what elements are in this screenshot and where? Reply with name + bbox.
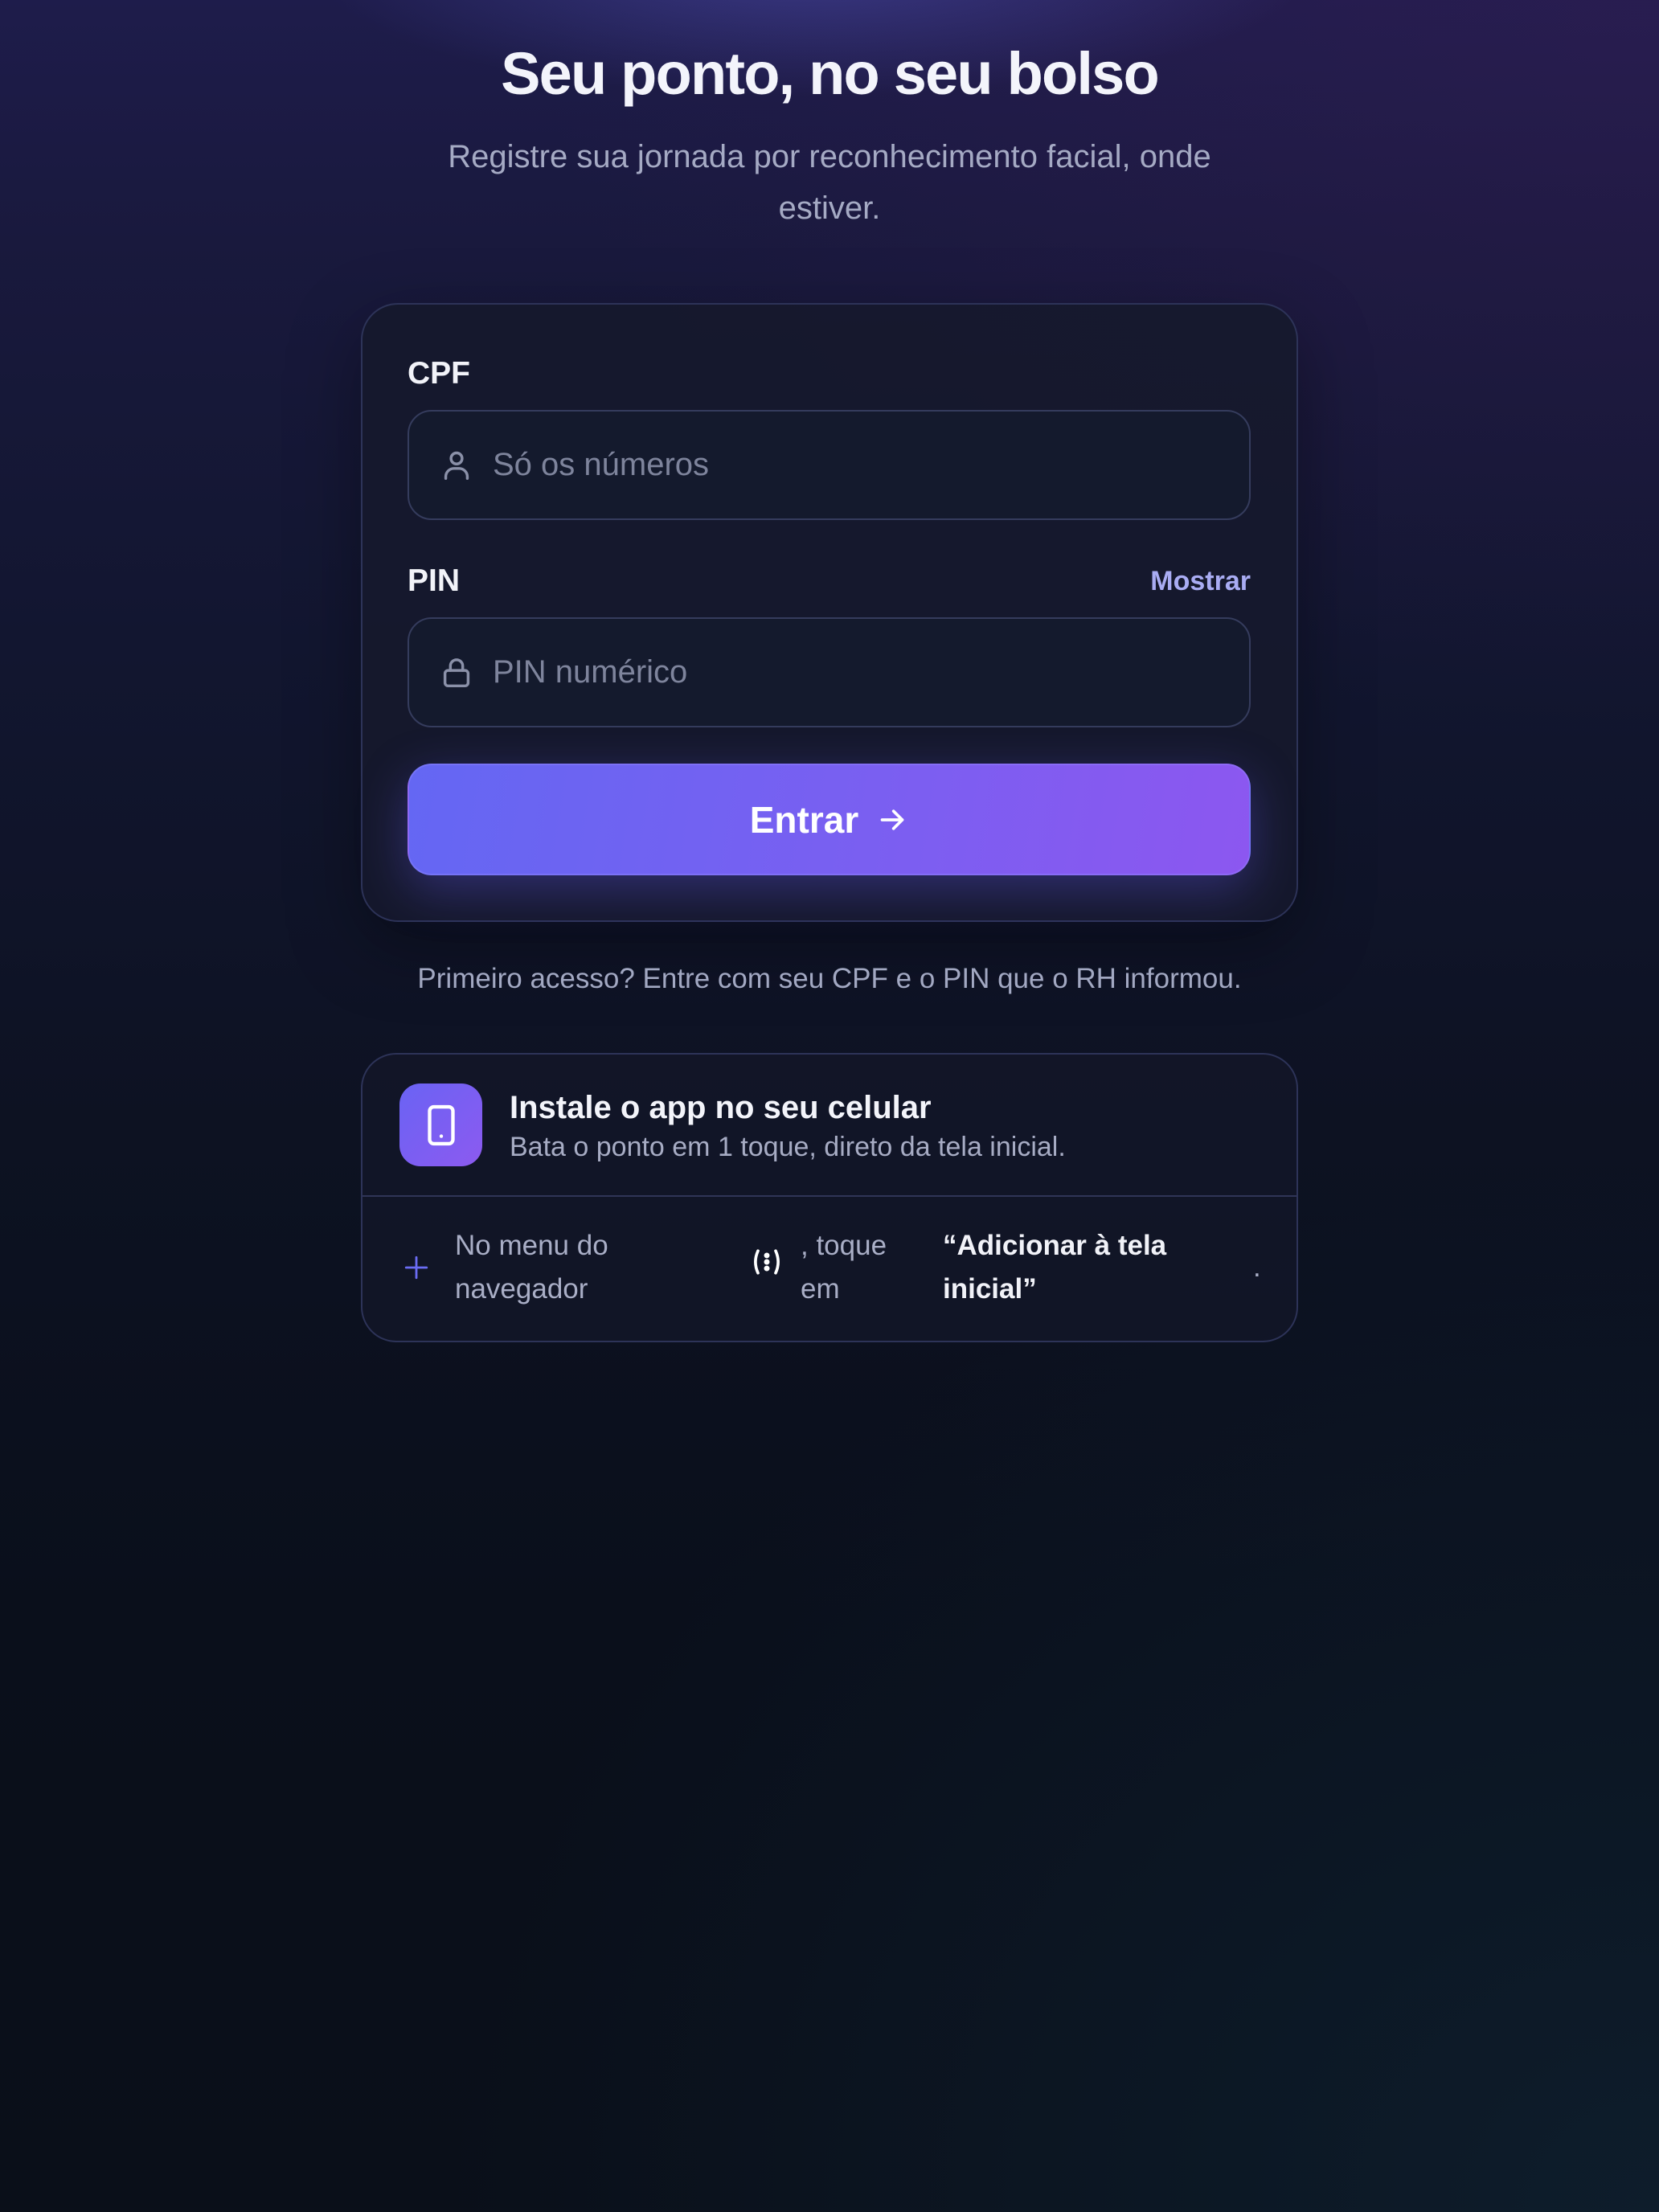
cpf-field[interactable] xyxy=(408,410,1251,520)
login-button-label: Entrar xyxy=(749,798,859,841)
instruction-highlight: “Adicionar à tela inicial” xyxy=(943,1230,1167,1305)
install-instruction: No menu do navegador , toque em “Adicion… xyxy=(363,1195,1296,1341)
cpf-input[interactable] xyxy=(493,412,1216,518)
install-app-subtitle: Bata o ponto em 1 toque, direto da tela … xyxy=(510,1132,1066,1162)
instruction-text-start: No menu do navegador xyxy=(455,1230,608,1305)
login-button[interactable]: Entrar xyxy=(408,764,1251,875)
first-access-note: Primeiro acesso? Entre com seu CPF e o P… xyxy=(417,963,1242,994)
pin-field[interactable] xyxy=(408,617,1251,727)
user-icon xyxy=(438,447,475,484)
smartphone-icon xyxy=(399,1083,482,1166)
pin-input[interactable] xyxy=(493,619,1216,726)
install-app-header: Instale o app no seu celular Bata o pont… xyxy=(363,1055,1296,1197)
install-app-title: Instale o app no seu celular xyxy=(510,1090,932,1125)
instruction-text-middle: , toque em xyxy=(801,1230,887,1305)
arrow-right-icon xyxy=(876,804,908,836)
show-pin-toggle[interactable]: Mostrar xyxy=(1150,562,1251,600)
cpf-label: CPF xyxy=(408,356,470,391)
page-subtitle: Registre sua jornada por reconhecimento … xyxy=(448,139,1211,226)
instruction-text-end: . xyxy=(1253,1251,1261,1283)
page-title: Seu ponto, no seu bolso xyxy=(501,40,1160,107)
plus-icon xyxy=(403,1254,430,1281)
lock-icon xyxy=(438,654,475,691)
pin-label: PIN xyxy=(408,563,461,598)
browser-menu-icon xyxy=(749,1244,784,1280)
install-app-card: Instale o app no seu celular Bata o pont… xyxy=(361,1053,1298,1342)
